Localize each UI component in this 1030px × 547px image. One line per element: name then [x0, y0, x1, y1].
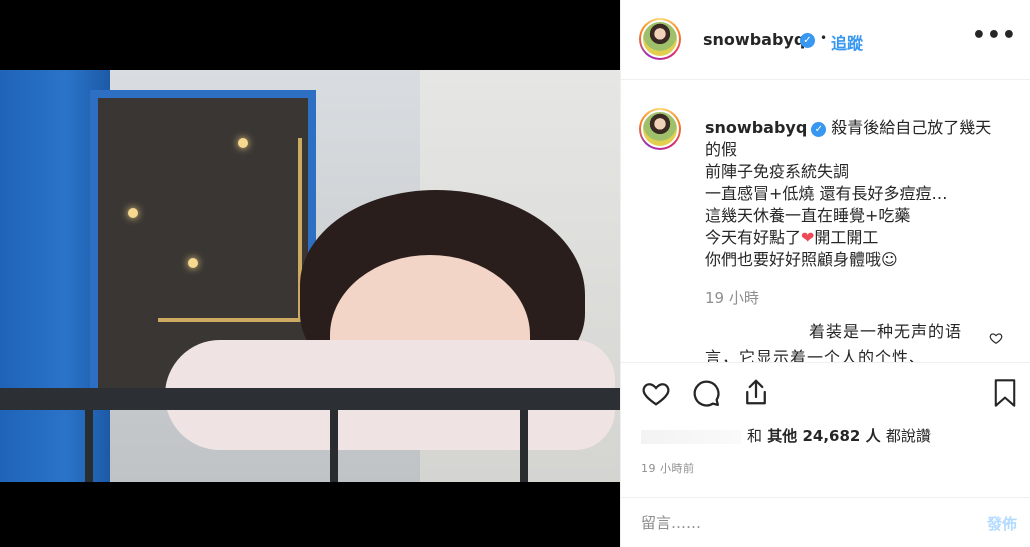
heart-icon[interactable]: [641, 378, 671, 412]
separator-dot: •: [820, 31, 828, 45]
caption-line: 前陣子免疫系統失調: [705, 162, 850, 181]
header-username[interactable]: snowbabyq: [703, 30, 805, 49]
caption-line: 這幾天休養一直在睡覺+吃藥: [705, 206, 911, 225]
caption-line: 你們也要好好照顧身體哦☺: [705, 250, 898, 269]
verified-badge-icon: ✓: [800, 33, 815, 48]
caption-line: 一直感冒+低燒 還有長好多痘痘…: [705, 184, 948, 203]
caption-line: 開工開工: [814, 228, 879, 247]
share-icon[interactable]: [741, 377, 771, 411]
photo-railing: [0, 388, 620, 410]
photo-lamp: [238, 138, 248, 148]
photo-railing-post: [330, 410, 338, 482]
post-comment-button[interactable]: 發佈: [987, 513, 1017, 534]
photo-railing-post: [85, 410, 93, 482]
post-photo-pane: [0, 0, 620, 547]
likes-prefix: 和: [747, 427, 763, 445]
comment-icon[interactable]: [691, 378, 721, 412]
caption-line: 的假: [705, 140, 738, 159]
comments-area[interactable]: snowbabyq ✓ 殺青後給自己放了幾天 的假 前陣子免疫系統失調 一直感冒+低…: [621, 80, 1030, 363]
comment-like-heart-icon[interactable]: [989, 330, 1003, 349]
comment-text: 着装是一种无声的语言，它显示着一个人的个性、: [705, 322, 963, 363]
caption-username[interactable]: snowbabyq: [705, 118, 807, 137]
photo-light-strip: [158, 138, 302, 322]
bookmark-icon[interactable]: [991, 378, 1019, 412]
comment-input[interactable]: [641, 514, 941, 532]
liker-names-blurred: [641, 429, 741, 444]
verified-badge-icon: ✓: [811, 122, 827, 137]
photo-lamp: [188, 258, 198, 268]
follow-button[interactable]: 追蹤: [831, 30, 863, 54]
post-header: snowbabyq ✓ • 追蹤 •••: [621, 0, 1030, 80]
avatar[interactable]: [639, 108, 681, 150]
likes-count[interactable]: 其他 24,682 人: [767, 427, 880, 445]
caption-line: 今天有好點了: [705, 228, 802, 247]
heart-emoji-icon: ❤: [801, 228, 815, 247]
caption-line: 殺青後給自己放了幾天: [831, 118, 992, 137]
action-bar: [621, 363, 1030, 423]
posted-time[interactable]: 19 小時前: [641, 460, 695, 476]
caption: snowbabyq ✓ 殺青後給自己放了幾天 的假 前陣子免疫系統失調 一直感冒+低…: [705, 117, 1005, 271]
post-photo[interactable]: [0, 70, 620, 482]
caption-time[interactable]: 19 小時: [705, 287, 759, 308]
likes-summary[interactable]: 和 其他 24,682 人 都說讚: [641, 425, 931, 446]
post-sidebar: snowbabyq ✓ • 追蹤 ••• snowbabyq ✓ 殺青後給自己放了幾…: [620, 0, 1030, 547]
photo-railing-post: [520, 410, 528, 482]
comment-bar: 發佈: [621, 497, 1030, 547]
avatar[interactable]: [639, 18, 681, 60]
likes-suffix: 都說讚: [885, 427, 931, 445]
photo-lamp: [128, 208, 138, 218]
more-options-icon[interactable]: •••: [972, 25, 1017, 47]
